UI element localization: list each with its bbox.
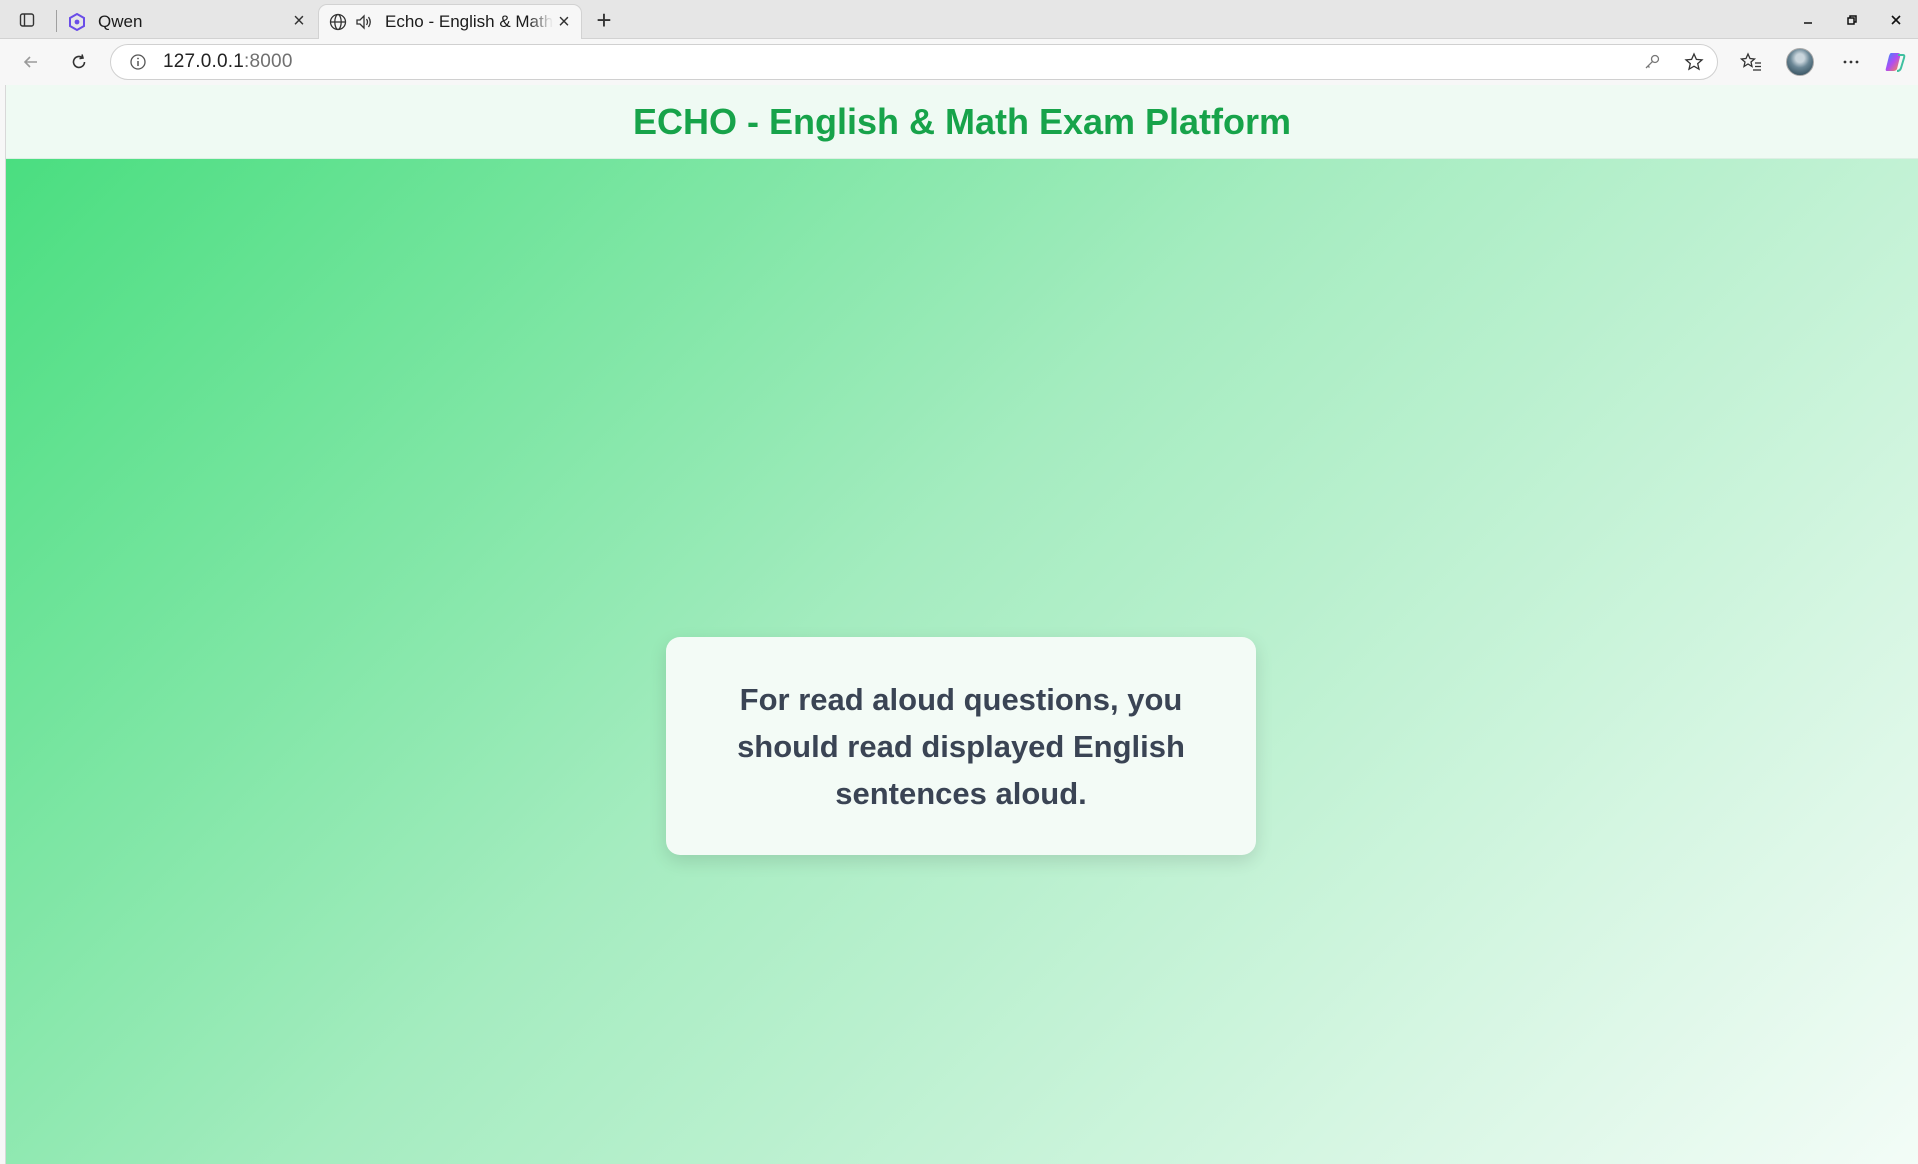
restore-icon[interactable] [1830, 0, 1874, 39]
instruction-card: For read aloud questions, you should rea… [666, 637, 1256, 855]
tab-actions-icon[interactable] [14, 8, 40, 32]
window-controls [1786, 0, 1918, 39]
close-icon[interactable]: × [553, 11, 575, 33]
back-icon[interactable] [16, 48, 46, 76]
more-icon[interactable] [1836, 48, 1866, 76]
globe-icon [327, 11, 349, 33]
speaker-icon[interactable] [353, 11, 375, 33]
tab-title: Echo - English & Math Exam Platform [385, 12, 553, 31]
favorites-icon[interactable] [1736, 48, 1766, 76]
url-text: 127.0.0.1:8000 [163, 51, 293, 73]
new-tab-icon[interactable]: + [590, 5, 618, 35]
page-title: ECHO - English & Math Exam Platform [632, 100, 1292, 142]
close-window-icon[interactable] [1874, 0, 1918, 39]
url-host: 127.0.0.1 [163, 51, 245, 72]
qwen-logo-icon [66, 11, 88, 33]
instruction-text: For read aloud questions, you should rea… [737, 681, 1185, 811]
copilot-icon[interactable] [1880, 48, 1910, 76]
address-bar[interactable]: 127.0.0.1:8000 [110, 44, 1718, 80]
key-icon[interactable] [1641, 51, 1663, 73]
tab-echo[interactable]: Echo - English & Math Exam Platform × [318, 4, 582, 39]
close-icon[interactable]: × [288, 10, 310, 33]
main-area: For read aloud questions, you should rea… [6, 159, 1918, 1164]
tab-title: Qwen [98, 11, 143, 31]
profile-avatar[interactable] [1786, 48, 1814, 76]
info-icon[interactable] [127, 51, 149, 73]
browser-toolbar: 127.0.0.1:8000 [0, 39, 1918, 85]
minimize-icon[interactable] [1786, 0, 1830, 39]
address-bar-actions [1641, 51, 1705, 73]
tab-strip: Qwen × Echo - English & Math Exam Platfo… [0, 0, 1918, 39]
tab-separator [56, 10, 57, 32]
tab-qwen[interactable]: Qwen × [58, 4, 316, 39]
page-viewport: ECHO - English & Math Exam Platform For … [5, 85, 1918, 1164]
star-icon[interactable] [1683, 51, 1705, 73]
refresh-icon[interactable] [64, 48, 94, 76]
url-port: :8000 [244, 51, 293, 72]
app-header: ECHO - English & Math Exam Platform [6, 85, 1918, 159]
